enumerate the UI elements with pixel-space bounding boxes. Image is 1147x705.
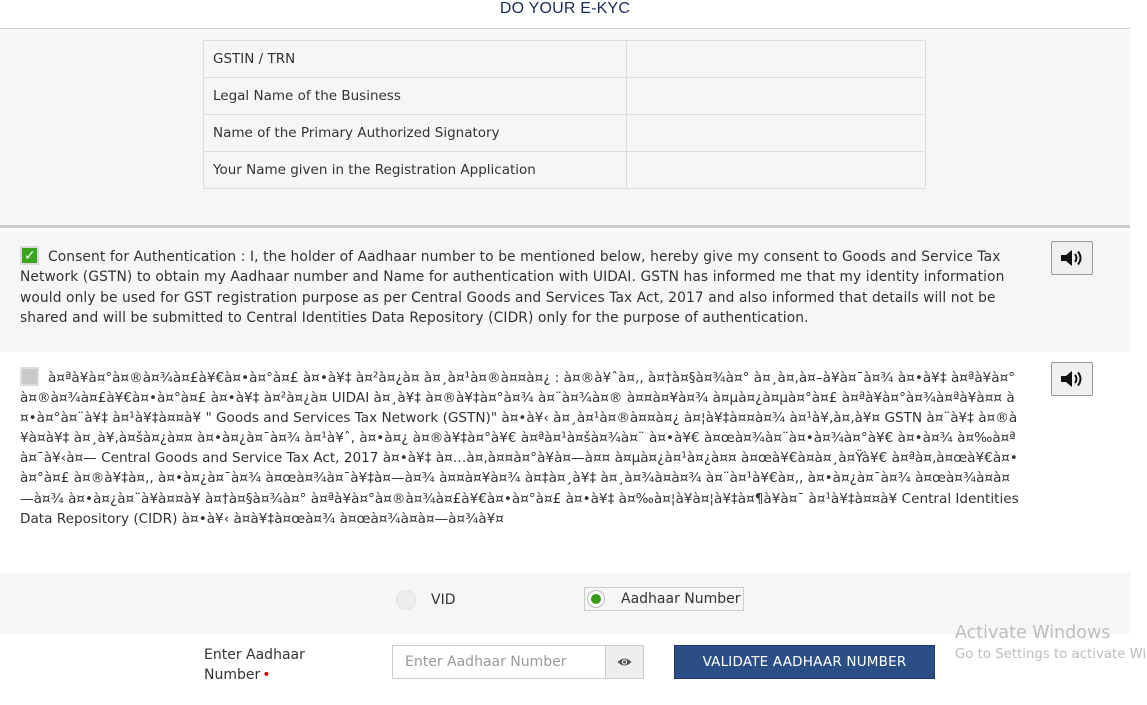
info-value bbox=[626, 40, 926, 78]
consent-hindi-checkbox[interactable] bbox=[20, 367, 39, 386]
eye-icon bbox=[617, 658, 632, 666]
radio-vid-label: VID bbox=[431, 592, 456, 608]
consent-english-block: Consent for Authentication : I, the hold… bbox=[20, 246, 1020, 329]
toggle-visibility-button[interactable] bbox=[605, 645, 644, 679]
title-bar: DO YOUR E-KYC bbox=[0, 0, 1130, 29]
consent-hindi-panel: à¤ªà¥à¤°à¤®à¤¾à¤£à¥€à¤•à¤°à¤£ à¤•à¥‡ à¤²… bbox=[0, 352, 1130, 573]
info-label: Your Name given in the Registration Appl… bbox=[203, 151, 627, 189]
business-info-table: GSTIN / TRN Legal Name of the Business N… bbox=[203, 40, 926, 189]
page-title: DO YOUR E-KYC bbox=[499, 0, 631, 17]
info-row-gstin: GSTIN / TRN bbox=[203, 40, 926, 78]
radio-aadhaar-label: Aadhaar Number bbox=[621, 591, 741, 607]
consent-hindi-block: à¤ªà¥à¤°à¤®à¤¾à¤£à¥€à¤•à¤°à¤£ à¤•à¥‡ à¤²… bbox=[20, 367, 1020, 529]
consent-hindi-text: à¤ªà¥à¤°à¤®à¤¾à¤£à¥€à¤•à¤°à¤£ à¤•à¥‡ à¤²… bbox=[20, 370, 1019, 527]
info-row-legal-name: Legal Name of the Business bbox=[203, 77, 926, 115]
consent-english-checkbox[interactable] bbox=[20, 246, 39, 266]
info-label: GSTIN / TRN bbox=[203, 40, 627, 78]
aadhaar-number-input[interactable] bbox=[392, 645, 605, 679]
info-value bbox=[626, 151, 926, 189]
info-row-primary-signatory: Name of the Primary Authorized Signatory bbox=[203, 114, 926, 152]
consent-english-text: Consent for Authentication : I, the hold… bbox=[20, 249, 1005, 327]
speaker-icon bbox=[1061, 371, 1082, 387]
id-type-panel: VID Aadhaar Number bbox=[0, 573, 1130, 634]
info-row-your-name: Your Name given in the Registration Appl… bbox=[203, 151, 926, 189]
info-label: Name of the Primary Authorized Signatory bbox=[203, 114, 627, 152]
watermark-subtitle: Go to Settings to activate Windows. bbox=[955, 647, 1147, 662]
consent-english-panel: Consent for Authentication : I, the hold… bbox=[0, 231, 1130, 352]
business-info-panel: GSTIN / TRN Legal Name of the Business N… bbox=[0, 30, 1130, 228]
radio-vid-circle[interactable] bbox=[396, 590, 416, 610]
required-marker: • bbox=[262, 667, 271, 683]
speaker-icon bbox=[1061, 250, 1082, 266]
aadhaar-input-group bbox=[392, 645, 644, 679]
info-label: Legal Name of the Business bbox=[203, 77, 627, 115]
info-value bbox=[626, 114, 926, 152]
radio-vid[interactable]: VID bbox=[396, 587, 456, 613]
aadhaar-field-label: Enter Aadhaar Number • bbox=[204, 645, 324, 685]
read-aloud-english-button[interactable] bbox=[1051, 241, 1093, 275]
validate-aadhaar-button[interactable]: VALIDATE AADHAAR NUMBER bbox=[674, 645, 935, 679]
radio-aadhaar-number[interactable]: Aadhaar Number bbox=[584, 587, 744, 611]
aadhaar-field-label-text: Enter Aadhaar Number bbox=[204, 647, 305, 683]
read-aloud-hindi-button[interactable] bbox=[1051, 362, 1093, 396]
info-value bbox=[626, 77, 926, 115]
radio-aadhaar-circle[interactable] bbox=[587, 590, 605, 608]
